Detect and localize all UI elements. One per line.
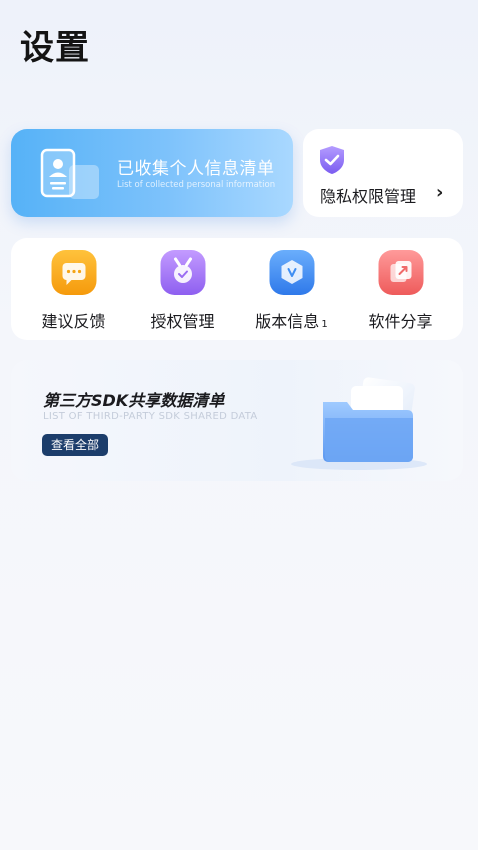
version-info-text: 版本信息	[255, 312, 320, 331]
collected-info-subtitle: List of collected personal information	[117, 180, 276, 190]
version-badge: 1	[321, 319, 328, 330]
shield-check-icon	[320, 146, 344, 174]
quick-actions-grid: 建议反馈 授权管理 版本信息 1 软件分享	[11, 238, 463, 340]
feedback-label: 建议反馈	[41, 312, 106, 331]
share-item[interactable]: 软件分享	[344, 250, 457, 336]
sdk-card-subtitle: LIST OF THIRD-PARTY SDK SHARED DATA	[43, 411, 258, 422]
authorization-item[interactable]: 授权管理	[126, 250, 239, 336]
privacy-permission-card[interactable]: 隐私权限管理 ›	[303, 129, 463, 217]
authorization-label: 授权管理	[150, 312, 215, 331]
page-title: 设置	[20, 28, 90, 68]
privacy-permission-label: 隐私权限管理	[320, 187, 417, 206]
feedback-item[interactable]: 建议反馈	[17, 250, 130, 336]
message-icon	[51, 250, 96, 295]
sdk-shared-data-card[interactable]: 第三方SDK共享数据清单 LIST OF THIRD-PARTY SDK SHA…	[11, 360, 463, 481]
share-icon	[378, 250, 423, 295]
share-label: 软件分享	[368, 312, 433, 331]
badge-check-icon	[160, 250, 205, 295]
collected-info-card[interactable]: 已收集个人信息清单 List of collected personal inf…	[11, 129, 293, 217]
folder-icon	[291, 377, 427, 470]
id-card-icon	[40, 148, 99, 199]
collected-info-title: 已收集个人信息清单	[117, 159, 275, 179]
version-info-label: 版本信息 1	[235, 308, 348, 332]
version-icon	[269, 250, 314, 295]
view-all-button[interactable]: 查看全部	[42, 434, 109, 456]
version-item[interactable]: 版本信息 1	[235, 250, 348, 336]
sdk-card-title: 第三方SDK共享数据清单	[43, 391, 225, 410]
chevron-right-icon: ›	[436, 182, 444, 203]
